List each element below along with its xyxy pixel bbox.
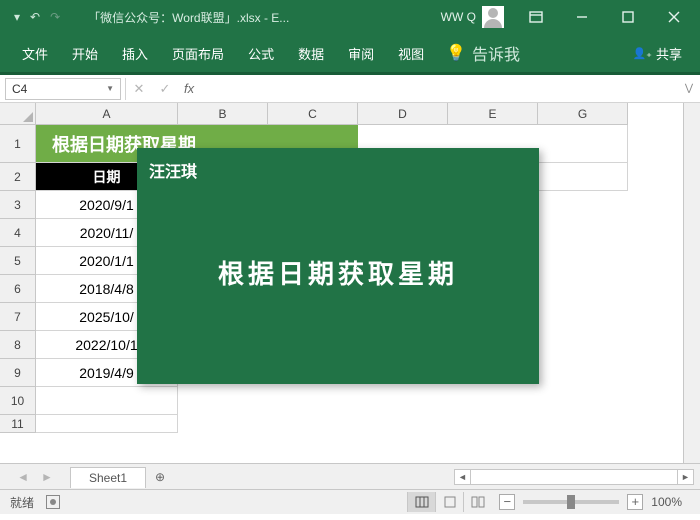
status-bar: 就绪 − + 100% <box>0 489 700 514</box>
row-header[interactable]: 6 <box>0 275 36 303</box>
formula-bar: C4 ▼ ✕ ✓ fx ⋁ <box>0 75 700 103</box>
sheet-tab-bar: ◄► Sheet1 ⊕ ◄ ► <box>0 463 700 489</box>
user-name: WW Q <box>441 10 476 24</box>
enter-formula-icon[interactable]: ✓ <box>152 81 178 97</box>
col-header[interactable]: G <box>538 103 628 125</box>
tell-me[interactable]: 💡 告诉我 <box>436 41 530 65</box>
tab-view[interactable]: 视图 <box>386 34 436 72</box>
quick-access-toolbar: ▾ ↶ ↷ <box>4 10 70 24</box>
maximize-icon[interactable] <box>606 0 650 34</box>
save-icon[interactable]: ▾ <box>14 10 20 24</box>
fx-icon[interactable]: fx <box>178 81 200 96</box>
row-header[interactable]: 1 <box>0 125 36 163</box>
minimize-icon[interactable] <box>560 0 604 34</box>
overlay-panel: 汪汪琪 根据日期获取星期 <box>137 148 539 384</box>
row-header[interactable]: 7 <box>0 303 36 331</box>
cancel-formula-icon[interactable]: ✕ <box>126 81 152 97</box>
macro-record-icon[interactable] <box>46 495 60 509</box>
ribbon-display-icon[interactable] <box>514 0 558 34</box>
overlay-author: 汪汪琪 <box>137 148 539 192</box>
user-account[interactable]: WW Q <box>433 6 512 28</box>
undo-icon[interactable]: ↶ <box>30 10 40 24</box>
vertical-scrollbar[interactable] <box>683 103 700 463</box>
col-header[interactable]: E <box>448 103 538 125</box>
expand-formula-icon[interactable]: ⋁ <box>678 83 700 94</box>
empty-cell[interactable] <box>36 387 178 415</box>
name-box[interactable]: C4 ▼ <box>5 78 121 100</box>
prev-sheet-icon[interactable]: ◄ <box>17 470 29 484</box>
col-header[interactable]: C <box>268 103 358 125</box>
zoom-in-button[interactable]: + <box>627 494 643 510</box>
tab-data[interactable]: 数据 <box>286 34 336 72</box>
close-icon[interactable] <box>652 0 696 34</box>
scroll-right-icon[interactable]: ► <box>677 470 693 484</box>
zoom-level[interactable]: 100% <box>651 495 682 509</box>
normal-view-icon[interactable] <box>407 492 435 512</box>
overlay-title: 根据日期获取星期 <box>137 254 539 291</box>
empty-cell[interactable] <box>36 415 178 433</box>
ribbon-tabs: 文件 开始 插入 页面布局 公式 数据 审阅 视图 💡 告诉我 👤₊ 共享 <box>0 34 700 72</box>
share-button[interactable]: 👤₊ 共享 <box>624 44 690 63</box>
select-all-button[interactable] <box>0 103 36 125</box>
redo-icon[interactable]: ↷ <box>50 10 60 24</box>
sheet-nav[interactable]: ◄► <box>0 470 70 484</box>
row-headers: 1 2 3 4 5 6 7 8 9 10 11 <box>0 125 36 433</box>
col-header[interactable]: D <box>358 103 448 125</box>
title-bar: ▾ ↶ ↷ 「微信公众号：Word联盟」.xlsx - E... WW Q <box>0 0 700 34</box>
tab-insert[interactable]: 插入 <box>110 34 160 72</box>
chevron-down-icon[interactable]: ▼ <box>106 84 114 93</box>
row-header[interactable]: 2 <box>0 163 36 191</box>
next-sheet-icon[interactable]: ► <box>41 470 53 484</box>
tab-file[interactable]: 文件 <box>10 34 60 72</box>
empty-cell[interactable] <box>538 163 628 191</box>
share-icon: 👤₊ <box>632 47 652 60</box>
tab-review[interactable]: 审阅 <box>336 34 386 72</box>
zoom-control: − + 100% <box>491 494 690 510</box>
column-headers: A B C D E G <box>36 103 682 125</box>
tab-page-layout[interactable]: 页面布局 <box>160 34 236 72</box>
col-header[interactable]: B <box>178 103 268 125</box>
row-header[interactable]: 10 <box>0 387 36 415</box>
row-header[interactable]: 4 <box>0 219 36 247</box>
row-header[interactable]: 9 <box>0 359 36 387</box>
view-switcher <box>407 492 491 512</box>
page-layout-view-icon[interactable] <box>435 492 463 512</box>
row-header[interactable]: 11 <box>0 415 36 433</box>
horizontal-scrollbar[interactable]: ◄ ► <box>454 469 694 485</box>
col-header[interactable]: A <box>36 103 178 125</box>
empty-cell[interactable] <box>538 125 628 163</box>
add-sheet-icon[interactable]: ⊕ <box>146 470 174 484</box>
window-title: 「微信公众号：Word联盟」.xlsx - E... <box>70 9 433 26</box>
zoom-slider[interactable] <box>523 500 619 504</box>
row-header[interactable]: 3 <box>0 191 36 219</box>
scroll-left-icon[interactable]: ◄ <box>455 470 471 484</box>
page-break-view-icon[interactable] <box>463 492 491 512</box>
tab-home[interactable]: 开始 <box>60 34 110 72</box>
lightbulb-icon: 💡 <box>446 43 466 63</box>
sheet-tab-active[interactable]: Sheet1 <box>70 467 146 488</box>
tab-formulas[interactable]: 公式 <box>236 34 286 72</box>
zoom-thumb[interactable] <box>567 495 575 509</box>
row-header[interactable]: 5 <box>0 247 36 275</box>
zoom-out-button[interactable]: − <box>499 494 515 510</box>
row-header[interactable]: 8 <box>0 331 36 359</box>
status-ready: 就绪 <box>10 494 42 511</box>
avatar-icon <box>482 6 504 28</box>
